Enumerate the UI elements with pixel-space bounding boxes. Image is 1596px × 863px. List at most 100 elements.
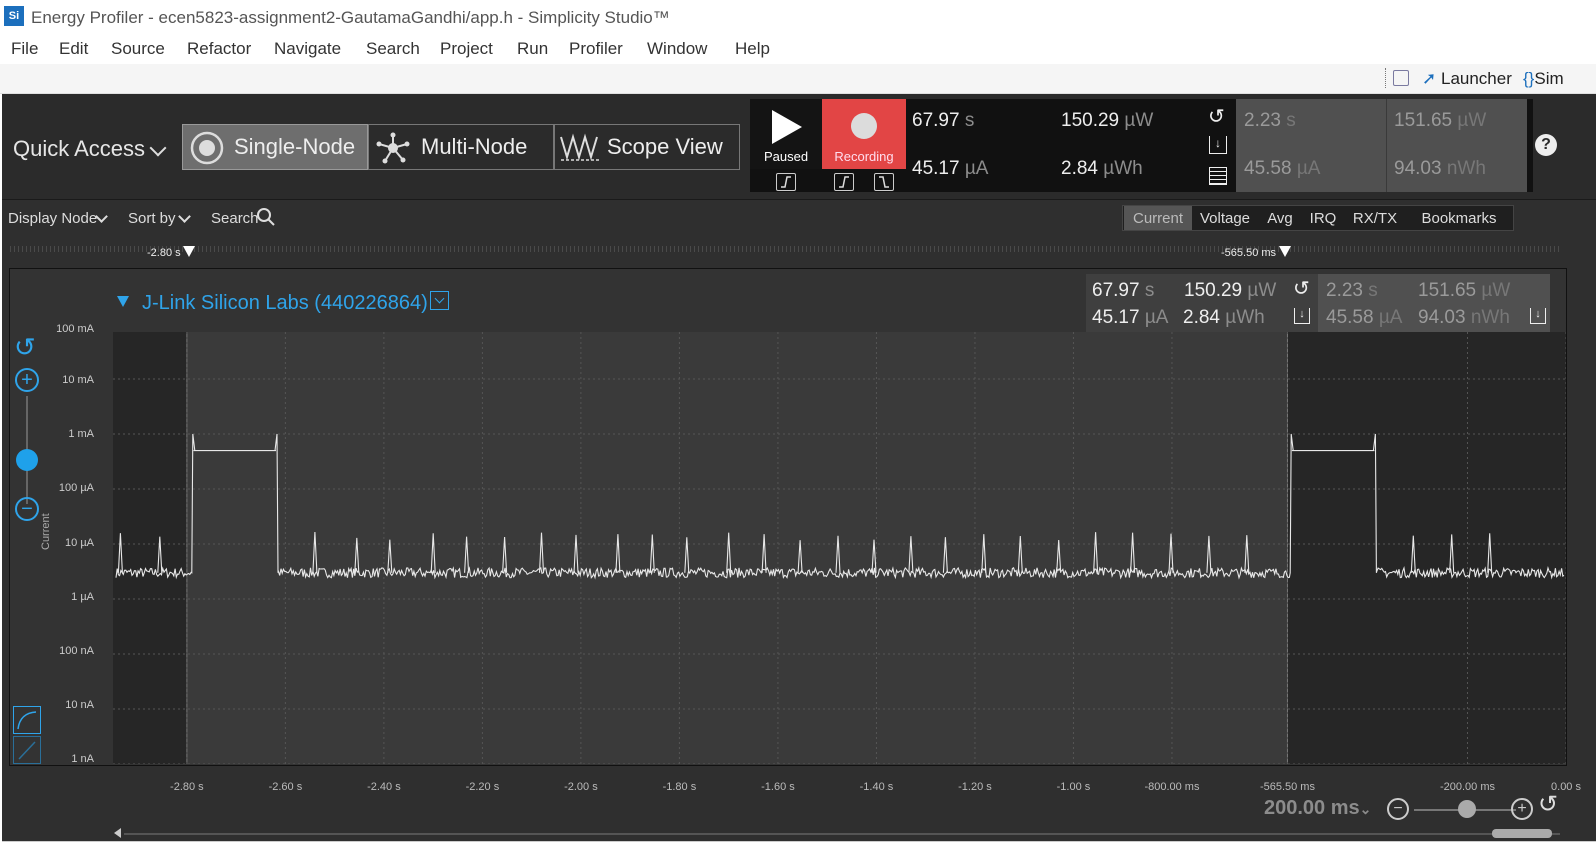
single-node-icon: [190, 131, 224, 165]
tab-avg[interactable]: Avg: [1259, 206, 1301, 230]
trigger-rising-record-icon[interactable]: [834, 173, 854, 191]
search-icon[interactable]: [256, 207, 276, 227]
rocket-icon: ➚: [1422, 69, 1437, 88]
time-zoom-out-icon[interactable]: −: [1387, 798, 1409, 820]
node-total-current: 45.17 µA: [1092, 307, 1169, 328]
reset-zoom-icon[interactable]: ↺: [14, 334, 36, 360]
x-tick-label: -1.40 s: [859, 781, 894, 793]
selection-stats-a: 2.23 s 45.58 µA: [1236, 99, 1386, 192]
multi-node-label: Multi-Node: [421, 134, 528, 159]
search-label[interactable]: Search: [211, 210, 259, 227]
current-chart[interactable]: [113, 332, 1566, 764]
single-node-button[interactable]: Single-Node: [182, 124, 368, 170]
menu-source[interactable]: Source: [111, 39, 165, 59]
time-ruler[interactable]: -2.80 s -565.50 ms: [2, 236, 1596, 266]
node-selection-energy: 94.03 nWh: [1418, 307, 1510, 328]
x-tick-label: -565.50 ms: [1259, 781, 1315, 793]
time-zoom-in-icon[interactable]: +: [1511, 798, 1533, 820]
tab-irq[interactable]: IRQ: [1303, 206, 1343, 230]
menu-edit[interactable]: Edit: [59, 39, 88, 59]
node-selection-export-icon[interactable]: ↓: [1530, 308, 1546, 324]
menu-window[interactable]: Window: [647, 39, 707, 59]
linear-scale-icon[interactable]: [13, 736, 41, 764]
menu-file[interactable]: File: [11, 39, 38, 59]
x-axis-area: -2.80 s -2.60 s -2.40 s -2.20 s -2.00 s -1.80…: [2, 767, 1596, 827]
node-name[interactable]: J-Link Silicon Labs (440226864): [142, 292, 428, 315]
selection-time: 2.23 s: [1244, 110, 1296, 131]
tab-rx-tx[interactable]: RX/TX: [1345, 206, 1405, 230]
x-tick-label: -2.60 s: [268, 781, 303, 793]
node-selection-current: 45.58 µA: [1326, 307, 1403, 328]
menu-project[interactable]: Project: [440, 39, 493, 59]
x-tick-label: -1.00 s: [1056, 781, 1091, 793]
zoom-in-icon[interactable]: +: [15, 368, 39, 392]
trigger-falling-icon[interactable]: [874, 173, 894, 191]
time-zoom-readout[interactable]: 200.00 ms⌄: [1264, 797, 1371, 820]
quick-access-label[interactable]: Quick Access: [13, 136, 145, 162]
toolbar-separator: [1385, 68, 1386, 88]
menu-navigate[interactable]: Navigate: [274, 39, 341, 59]
horizontal-scrollbar[interactable]: [2, 827, 1596, 841]
simplicity-studio-logo: Si: [4, 6, 24, 26]
total-energy: 2.84 µWh: [1061, 158, 1143, 179]
launcher-perspective-button[interactable]: ➚ Launcher: [1422, 69, 1512, 89]
node-total-power: 150.29 µW: [1184, 280, 1277, 301]
single-node-label: Single-Node: [234, 134, 356, 159]
tab-bookmarks[interactable]: Bookmarks: [1407, 206, 1511, 230]
open-perspective-icon[interactable]: [1393, 70, 1409, 86]
chevron-down-icon[interactable]: ⌄: [1360, 801, 1372, 817]
chevron-down-icon[interactable]: [178, 210, 191, 223]
right-marker-handle[interactable]: [1279, 246, 1291, 257]
menu-profiler[interactable]: Profiler: [569, 39, 623, 59]
status-strip: [2, 841, 1596, 863]
tab-voltage[interactable]: Voltage: [1193, 206, 1257, 230]
node-export-icon[interactable]: ↓: [1294, 308, 1310, 324]
display-node-dropdown[interactable]: Display Node: [8, 210, 97, 227]
time-zoom-knob[interactable]: [1458, 800, 1476, 818]
total-avg-power: 150.29 µW: [1061, 110, 1154, 131]
trigger-rising-icon[interactable]: [776, 173, 796, 191]
log-scale-icon[interactable]: [13, 706, 41, 734]
energy-profiler-panel: Quick Access Single-Node Multi-Node Scop…: [2, 94, 1596, 863]
details-list-icon[interactable]: [1209, 167, 1227, 185]
help-icon[interactable]: ?: [1535, 134, 1557, 156]
tab-current[interactable]: Current: [1124, 206, 1192, 230]
menu-refactor[interactable]: Refactor: [187, 39, 251, 59]
left-marker-handle[interactable]: [183, 246, 195, 257]
selection-avg-current: 45.58 µA: [1244, 158, 1321, 179]
view-tabs: Current Voltage Avg IRQ RX/TX Bookmarks: [1122, 205, 1514, 231]
play-button[interactable]: Paused: [750, 99, 822, 169]
profiler-top-bar: Quick Access Single-Node Multi-Node Scop…: [2, 94, 1596, 200]
time-reset-icon[interactable]: ↺: [1538, 793, 1558, 817]
node-total-time: 67.97 s: [1092, 280, 1155, 301]
sim-label: Sim: [1534, 69, 1564, 88]
chevron-down-icon[interactable]: [149, 139, 167, 157]
menu-run[interactable]: Run: [517, 39, 548, 59]
export-icon[interactable]: ↓: [1209, 136, 1227, 154]
node-selection-stats: 2.23 s 45.58 µA 151.65 µW 94.03 nWh ↓: [1318, 274, 1550, 332]
y-axis-title: Current: [40, 513, 52, 550]
sort-by-dropdown[interactable]: Sort by: [128, 210, 176, 227]
scroll-left-arrow[interactable]: [114, 828, 121, 838]
reset-selection-icon[interactable]: ↺: [1208, 104, 1225, 129]
menu-help[interactable]: Help: [735, 39, 770, 59]
menu-search[interactable]: Search: [366, 39, 420, 59]
y-tick-label: 100 µA: [58, 482, 94, 494]
scope-view-button[interactable]: Scope View: [554, 124, 740, 170]
braces-icon: {}: [1523, 69, 1535, 88]
node-total-energy: 2.84 µWh: [1183, 307, 1265, 328]
simplicity-ide-perspective-button[interactable]: {}Sim: [1523, 69, 1564, 89]
vertical-zoom-knob[interactable]: [16, 449, 38, 471]
node-dropdown-icon[interactable]: [430, 291, 449, 310]
left-marker-label: -2.80 s: [147, 247, 181, 259]
record-status-label: Recording: [834, 149, 894, 164]
y-tick-label: 100 nA: [59, 645, 94, 657]
scroll-thumb[interactable]: [1492, 829, 1552, 838]
scroll-track[interactable]: [124, 833, 1560, 835]
collapse-triangle-icon[interactable]: [117, 296, 129, 307]
record-button[interactable]: Recording: [822, 99, 906, 169]
zoom-out-icon[interactable]: −: [15, 497, 39, 521]
multi-node-button[interactable]: Multi-Node: [368, 124, 554, 170]
node-reset-icon[interactable]: ↺: [1293, 276, 1310, 301]
y-tick-label: 1 mA: [68, 428, 94, 440]
